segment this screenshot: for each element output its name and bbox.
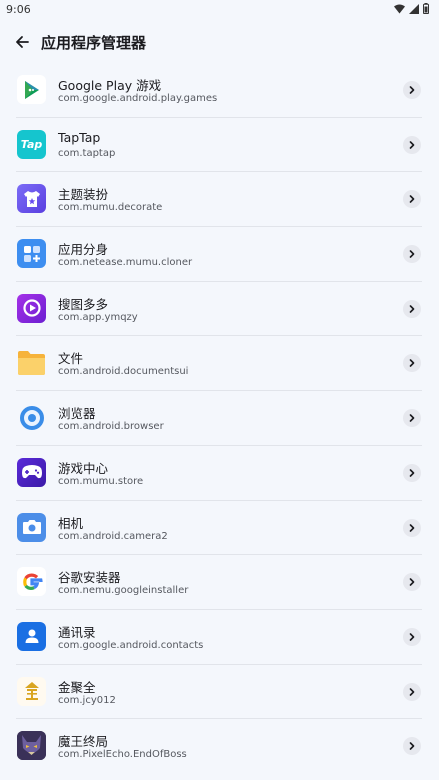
app-name: 通讯录 xyxy=(58,624,96,640)
app-name: 应用分身 xyxy=(58,242,109,258)
app-row[interactable]: 金聚全 com.jcy012 xyxy=(16,665,422,720)
open-app-button[interactable] xyxy=(403,518,421,537)
back-button[interactable] xyxy=(10,30,34,54)
taptap-icon-text: Tap xyxy=(20,137,43,151)
app-package: com.google.android.play.games xyxy=(58,93,218,104)
app-row[interactable]: 通讯录 com.google.android.contacts xyxy=(16,610,422,665)
app-row[interactable]: Google Play 游戏 com.google.android.play.g… xyxy=(16,63,422,118)
app-cloner-icon xyxy=(17,239,46,269)
app-package: com.PixelEcho.EndOfBoss xyxy=(58,749,187,761)
app-name: 魔王终局 xyxy=(58,734,109,750)
app-package: com.android.browser xyxy=(58,421,164,433)
chevron-right-icon xyxy=(409,523,415,532)
chevron-right-icon xyxy=(409,578,415,586)
signal-icon xyxy=(409,3,419,14)
chevron-right-icon xyxy=(409,304,415,313)
app-row[interactable]: 搜图多多 com.app.ymqzy xyxy=(16,282,422,337)
contacts-icon xyxy=(17,621,46,651)
app-name: 文件 xyxy=(58,351,84,367)
app-row[interactable]: Tap TapTap com.taptap xyxy=(16,118,422,173)
jinjuquan-icon xyxy=(17,676,46,706)
chevron-right-icon xyxy=(409,633,415,641)
google-play-games-icon xyxy=(17,75,46,104)
status-icons xyxy=(394,3,429,14)
arrow-back-icon xyxy=(16,36,29,48)
app-row[interactable]: 游戏中心 com.mumu.store xyxy=(16,446,422,501)
app-package: com.taptap xyxy=(58,147,116,159)
wifi-icon xyxy=(394,4,405,13)
app-name: 相机 xyxy=(58,515,84,531)
chevron-right-icon xyxy=(409,469,415,477)
open-app-button[interactable] xyxy=(403,190,421,209)
status-time: 9:06 xyxy=(6,3,31,16)
app-package: com.google.android.contacts xyxy=(58,639,204,651)
chevron-right-icon xyxy=(409,687,415,696)
open-app-button[interactable] xyxy=(403,627,421,646)
app-package: com.nemu.googleinstaller xyxy=(58,585,189,597)
chevron-right-icon xyxy=(409,195,415,204)
app-row[interactable]: 魔王终局 com.PixelEcho.EndOfBoss xyxy=(16,719,422,773)
camera-icon xyxy=(17,512,46,542)
app-bar: 应用程序管理器 xyxy=(0,24,439,60)
chevron-right-icon xyxy=(409,414,415,422)
status-bar: 9:06 xyxy=(0,0,439,18)
chevron-right-icon xyxy=(409,359,415,368)
open-app-button[interactable] xyxy=(403,409,421,428)
app-row[interactable]: 浏览器 com.android.browser xyxy=(16,391,422,446)
app-row[interactable]: 文件 com.android.documentsui xyxy=(16,336,422,392)
open-app-button[interactable] xyxy=(403,81,421,99)
chevron-right-icon xyxy=(409,742,415,751)
app-list: Google Play 游戏 com.google.android.play.g… xyxy=(16,63,422,773)
app-package: com.app.ymqzy xyxy=(58,311,138,323)
open-app-button[interactable] xyxy=(403,682,421,701)
open-app-button[interactable] xyxy=(403,573,421,592)
chevron-right-icon xyxy=(409,140,415,149)
game-center-icon xyxy=(17,457,46,487)
taptap-icon: Tap xyxy=(17,129,46,159)
app-row[interactable]: 相机 com.android.camera2 xyxy=(16,501,422,556)
app-name: 浏览器 xyxy=(58,406,96,422)
google-installer-icon xyxy=(17,567,46,597)
end-of-boss-icon xyxy=(17,731,46,761)
app-row[interactable]: 应用分身 com.netease.mumu.cloner xyxy=(16,227,422,282)
app-package: com.netease.mumu.cloner xyxy=(58,257,193,269)
folder-icon xyxy=(17,348,46,377)
app-name: 游戏中心 xyxy=(58,460,109,476)
open-app-button[interactable] xyxy=(403,245,421,264)
app-name: 金聚全 xyxy=(58,679,96,695)
open-app-button[interactable] xyxy=(403,463,421,482)
image-search-icon xyxy=(17,293,46,323)
app-row[interactable]: 谷歌安装器 com.nemu.googleinstaller xyxy=(16,555,422,610)
open-app-button[interactable] xyxy=(403,737,421,756)
app-name: 搜图多多 xyxy=(58,296,109,312)
open-app-button[interactable] xyxy=(403,354,421,373)
app-name: Google Play 游戏 xyxy=(58,78,162,93)
app-package: com.mumu.decorate xyxy=(58,202,163,214)
chevron-right-icon xyxy=(409,86,415,94)
theme-decorate-icon xyxy=(17,184,46,214)
app-package: com.mumu.store xyxy=(58,475,144,487)
browser-icon xyxy=(17,403,46,432)
battery-icon xyxy=(423,3,429,14)
chevron-right-icon xyxy=(409,250,415,258)
app-package: com.jcy012 xyxy=(58,694,116,706)
app-name: 谷歌安装器 xyxy=(58,570,121,586)
page-title: 应用程序管理器 xyxy=(41,34,147,52)
open-app-button[interactable] xyxy=(403,299,421,318)
app-row[interactable]: 主题装扮 com.mumu.decorate xyxy=(16,172,422,228)
app-name: TapTap xyxy=(58,129,101,145)
open-app-button[interactable] xyxy=(403,135,421,154)
app-name: 主题装扮 xyxy=(58,187,109,203)
app-package: com.android.camera2 xyxy=(58,530,168,542)
app-package: com.android.documentsui xyxy=(58,366,189,378)
